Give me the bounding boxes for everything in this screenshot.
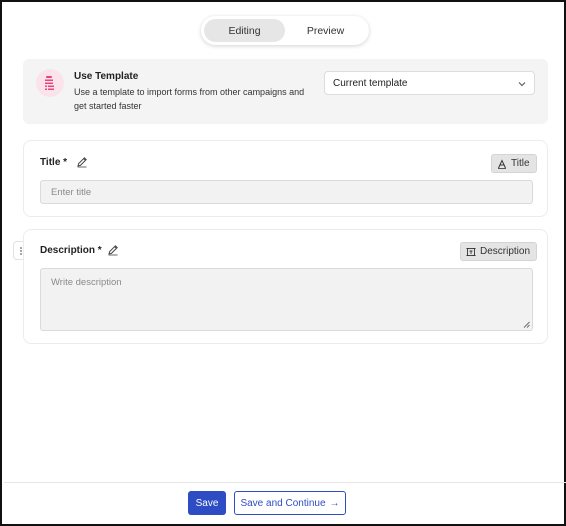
use-template-card: Use Template Use a template to import fo… [23, 59, 548, 124]
template-icon [36, 69, 64, 97]
save-button[interactable]: Save [188, 491, 226, 515]
required-mark: * [63, 157, 68, 168]
title-input[interactable]: Enter title [40, 180, 533, 204]
chevron-down-icon [518, 82, 526, 87]
description-label: Description * [40, 245, 102, 256]
description-type-tag[interactable]: Description [460, 242, 538, 261]
template-select[interactable]: Current template [324, 71, 535, 95]
edit-pencil-icon[interactable] [107, 244, 119, 256]
title-label: Title * [40, 157, 67, 168]
title-type-tag[interactable]: Title [491, 154, 537, 173]
text-type-icon [498, 158, 506, 169]
title-tag-label: Title [511, 158, 530, 169]
edit-pencil-icon[interactable] [76, 156, 88, 168]
title-label-text: Title [40, 157, 61, 168]
resize-handle-icon[interactable] [523, 321, 530, 328]
description-label-text: Description [40, 245, 96, 256]
title-field-card: Title * Title Enter title [23, 140, 548, 217]
required-mark: * [97, 245, 102, 256]
tab-editing[interactable]: Editing [204, 19, 285, 42]
template-select-value: Current template [333, 77, 408, 89]
save-and-continue-button[interactable]: Save and Continue → [234, 491, 346, 515]
description-tag-label: Description [480, 246, 531, 257]
save-and-continue-label: Save and Continue [240, 497, 326, 509]
title-input-placeholder: Enter title [51, 186, 92, 198]
paragraph-type-icon [466, 247, 476, 256]
template-title: Use Template [74, 71, 139, 82]
description-input-placeholder: Write description [51, 277, 122, 288]
tab-preview[interactable]: Preview [285, 19, 366, 42]
description-field-card: Description * Description Write descript… [23, 229, 548, 344]
description-textarea[interactable]: Write description [40, 268, 533, 331]
template-description: Use a template to import forms from othe… [74, 87, 305, 111]
mode-toggle: Editing Preview [201, 16, 369, 45]
app-window: Editing Preview Use Template Use a templ… [0, 0, 566, 526]
arrow-right-icon: → [329, 497, 340, 509]
